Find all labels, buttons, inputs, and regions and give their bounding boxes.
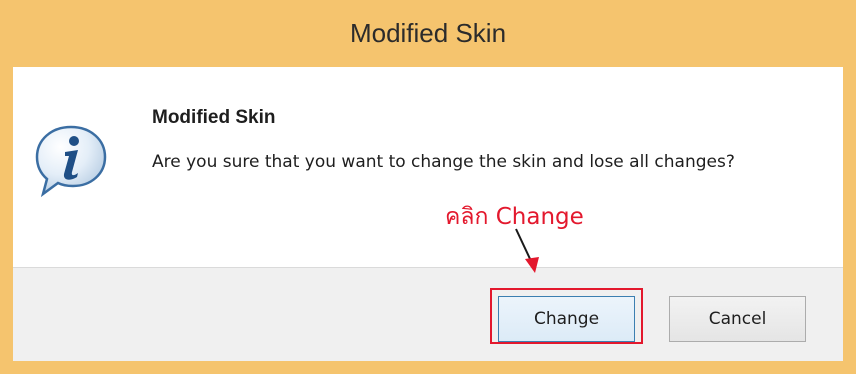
- dialog-content: Modified Skin Are you sure that you want…: [13, 67, 843, 267]
- dialog-message: Are you sure that you want to change the…: [152, 152, 735, 172]
- dialog-heading: Modified Skin: [152, 107, 276, 128]
- dialog-button-bar: Change Cancel: [13, 267, 843, 361]
- dialog-window: Modified Skin Modified Skin Are you sure…: [0, 0, 856, 374]
- window-titlebar[interactable]: Modified Skin: [0, 0, 856, 67]
- info-speech-bubble-icon: [35, 125, 107, 198]
- change-button-label: Change: [533, 309, 600, 329]
- cancel-button[interactable]: Cancel: [669, 296, 806, 342]
- change-button[interactable]: Change: [498, 296, 635, 342]
- annotation-label: คลิก Change: [445, 204, 584, 230]
- window-title: Modified Skin: [349, 18, 507, 48]
- dialog-client-area: Modified Skin Are you sure that you want…: [13, 67, 843, 361]
- cancel-button-label: Cancel: [708, 309, 767, 329]
